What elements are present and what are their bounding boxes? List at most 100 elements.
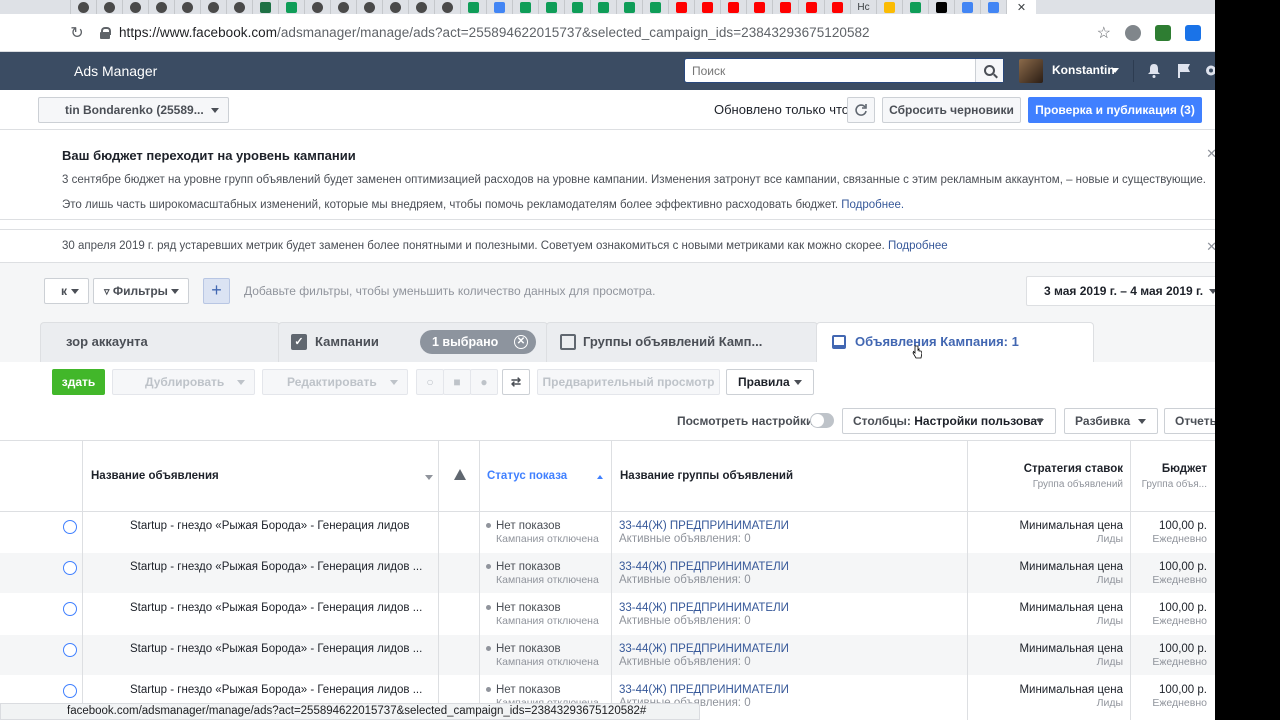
ad-name[interactable]: Startup - гнездо «Рыжая Борода» - Генера… <box>130 561 422 573</box>
extension-blue-icon[interactable] <box>1185 25 1201 41</box>
column-header-ad-name[interactable]: Название объявления <box>82 441 439 512</box>
column-header-bid-strategy[interactable]: Стратегия ставок Группа объявлений <box>967 441 1131 512</box>
close-tab-icon[interactable]: ✕ <box>1017 1 1026 14</box>
learn-more-link[interactable]: Подробнее. <box>841 199 904 211</box>
adset-link[interactable]: 33-44(Ж) ПРЕДПРИНИМАТЕЛИ <box>619 602 789 614</box>
ad-name[interactable]: Startup - гнездо «Рыжая Борода» - Генера… <box>130 684 422 696</box>
browser-tab[interactable] <box>798 0 824 14</box>
adset-link[interactable]: 33-44(Ж) ПРЕДПРИНИМАТЕЛИ <box>619 643 789 655</box>
browser-tab[interactable] <box>980 0 1006 14</box>
row-select-radio[interactable] <box>63 643 77 657</box>
browser-tab[interactable] <box>590 0 616 14</box>
adset-link[interactable]: 33-44(Ж) ПРЕДПРИНИМАТЕЛИ <box>619 520 789 532</box>
browser-tab[interactable] <box>616 0 642 14</box>
browser-tab[interactable] <box>408 0 434 14</box>
refresh-button[interactable] <box>847 97 875 123</box>
search-button[interactable] <box>975 59 1003 82</box>
browser-tab[interactable] <box>70 0 96 14</box>
tab-account-overview[interactable]: зор аккаунта <box>40 322 280 362</box>
bell-icon[interactable] <box>1147 63 1161 78</box>
discard-drafts-button[interactable]: Сбросить черновики <box>882 97 1021 123</box>
learn-more-link[interactable]: Подробнее <box>888 240 948 252</box>
selected-count-pill[interactable]: 1 выбрано ✕ <box>420 330 536 354</box>
gear-icon[interactable] <box>1204 63 1215 78</box>
close-icon[interactable]: ✕ <box>1206 146 1215 162</box>
browser-tab[interactable] <box>434 0 460 14</box>
browser-tab-active[interactable]: ✕ <box>1006 0 1036 14</box>
breakdown-button[interactable]: Разбивка <box>1064 408 1158 434</box>
search-input[interactable] <box>685 63 975 78</box>
browser-tab[interactable] <box>460 0 486 14</box>
browser-tab[interactable] <box>772 0 798 14</box>
adset-link[interactable]: 33-44(Ж) ПРЕДПРИНИМАТЕЛИ <box>619 561 789 573</box>
browser-tab[interactable] <box>668 0 694 14</box>
rules-button[interactable]: Правила <box>726 369 814 395</box>
column-header-status[interactable]: Статус показа <box>479 441 612 512</box>
browser-tab[interactable] <box>278 0 304 14</box>
browser-tab[interactable] <box>746 0 772 14</box>
browser-tab[interactable] <box>252 0 278 14</box>
browser-tab[interactable] <box>876 0 902 14</box>
browser-tab[interactable] <box>512 0 538 14</box>
row-select-radio[interactable] <box>63 602 77 616</box>
browser-tab[interactable] <box>928 0 954 14</box>
row-select-radio[interactable] <box>63 520 77 534</box>
share-button[interactable]: ● <box>470 369 498 395</box>
browser-tab[interactable] <box>356 0 382 14</box>
view-settings-toggle[interactable] <box>810 413 834 428</box>
chevron-down-icon[interactable] <box>1111 68 1119 73</box>
column-header-warnings[interactable] <box>438 441 480 512</box>
browser-tab[interactable] <box>330 0 356 14</box>
browser-tab[interactable] <box>174 0 200 14</box>
browser-tab[interactable] <box>902 0 928 14</box>
tab-ads[interactable]: Объявления Кампания: 1 <box>816 322 1094 362</box>
browser-tab[interactable] <box>954 0 980 14</box>
avatar[interactable] <box>1019 59 1043 83</box>
reports-button[interactable]: Отчеты <box>1164 408 1215 434</box>
table-row[interactable]: Startup - гнездо «Рыжая Борода» - Генера… <box>0 594 1215 635</box>
filter-hint[interactable]: Добавьте фильтры, чтобы уменьшить количе… <box>244 284 655 298</box>
lock-icon[interactable] <box>100 26 111 39</box>
close-icon[interactable]: ✕ <box>1206 239 1215 255</box>
ab-test-button[interactable]: ⇄ <box>502 369 530 395</box>
date-range-picker[interactable]: 3 мая 2019 г. – 4 мая 2019 г. <box>1026 276 1215 306</box>
table-row[interactable]: Startup - гнездо «Рыжая Борода» - Генера… <box>0 512 1215 553</box>
browser-tab[interactable]: Нс <box>850 0 876 14</box>
browser-tab[interactable] <box>226 0 252 14</box>
add-filter-button[interactable]: + <box>203 278 230 304</box>
browser-tab[interactable] <box>304 0 330 14</box>
columns-button[interactable]: Столбцы: Настройки пользоват <box>842 408 1056 434</box>
url-field[interactable]: https://www.facebook.com/adsmanager/mana… <box>119 25 870 40</box>
delete-button[interactable]: ■ <box>443 369 471 395</box>
browser-tab[interactable] <box>824 0 850 14</box>
extension-green-icon[interactable] <box>1155 25 1171 41</box>
browser-tab[interactable] <box>720 0 746 14</box>
column-header-budget[interactable]: Бюджет Группа объя... <box>1130 441 1215 512</box>
table-row[interactable]: Startup - гнездо «Рыжая Борода» - Генера… <box>0 553 1215 594</box>
duplicate-button[interactable]: Дублировать <box>112 369 255 395</box>
edit-button[interactable]: Редактировать <box>262 369 408 395</box>
star-icon[interactable]: ☆ <box>1097 23 1111 43</box>
row-select-radio[interactable] <box>63 684 77 698</box>
ad-name[interactable]: Startup - гнездо «Рыжая Борода» - Генера… <box>130 602 422 614</box>
preview-button[interactable]: Предварительный просмотр <box>537 369 720 395</box>
table-row[interactable]: Startup - гнездо «Рыжая Борода» - Генера… <box>0 635 1215 676</box>
user-name[interactable]: Konstantin <box>1052 63 1115 77</box>
flag-icon[interactable] <box>1177 63 1191 78</box>
reload-icon[interactable]: ↻ <box>66 23 88 43</box>
browser-tab[interactable] <box>200 0 226 14</box>
account-selector[interactable]: tin Bondarenko (25589... <box>38 97 229 123</box>
row-select-radio[interactable] <box>63 561 77 575</box>
browser-tab[interactable] <box>122 0 148 14</box>
tab-adsets[interactable]: Группы объявлений Камп... <box>546 322 818 362</box>
search-filter-button[interactable]: к <box>44 278 89 304</box>
review-publish-button[interactable]: Проверка и публикация (3) <box>1028 97 1202 123</box>
browser-tab[interactable] <box>642 0 668 14</box>
browser-tab[interactable] <box>564 0 590 14</box>
browser-tab[interactable] <box>96 0 122 14</box>
filters-button[interactable]: ▿ Фильтры <box>93 278 189 304</box>
browser-tab[interactable] <box>538 0 564 14</box>
column-header-adset-name[interactable]: Название группы объявлений <box>611 441 968 512</box>
create-button[interactable]: здать <box>52 369 105 395</box>
browser-tab[interactable] <box>382 0 408 14</box>
